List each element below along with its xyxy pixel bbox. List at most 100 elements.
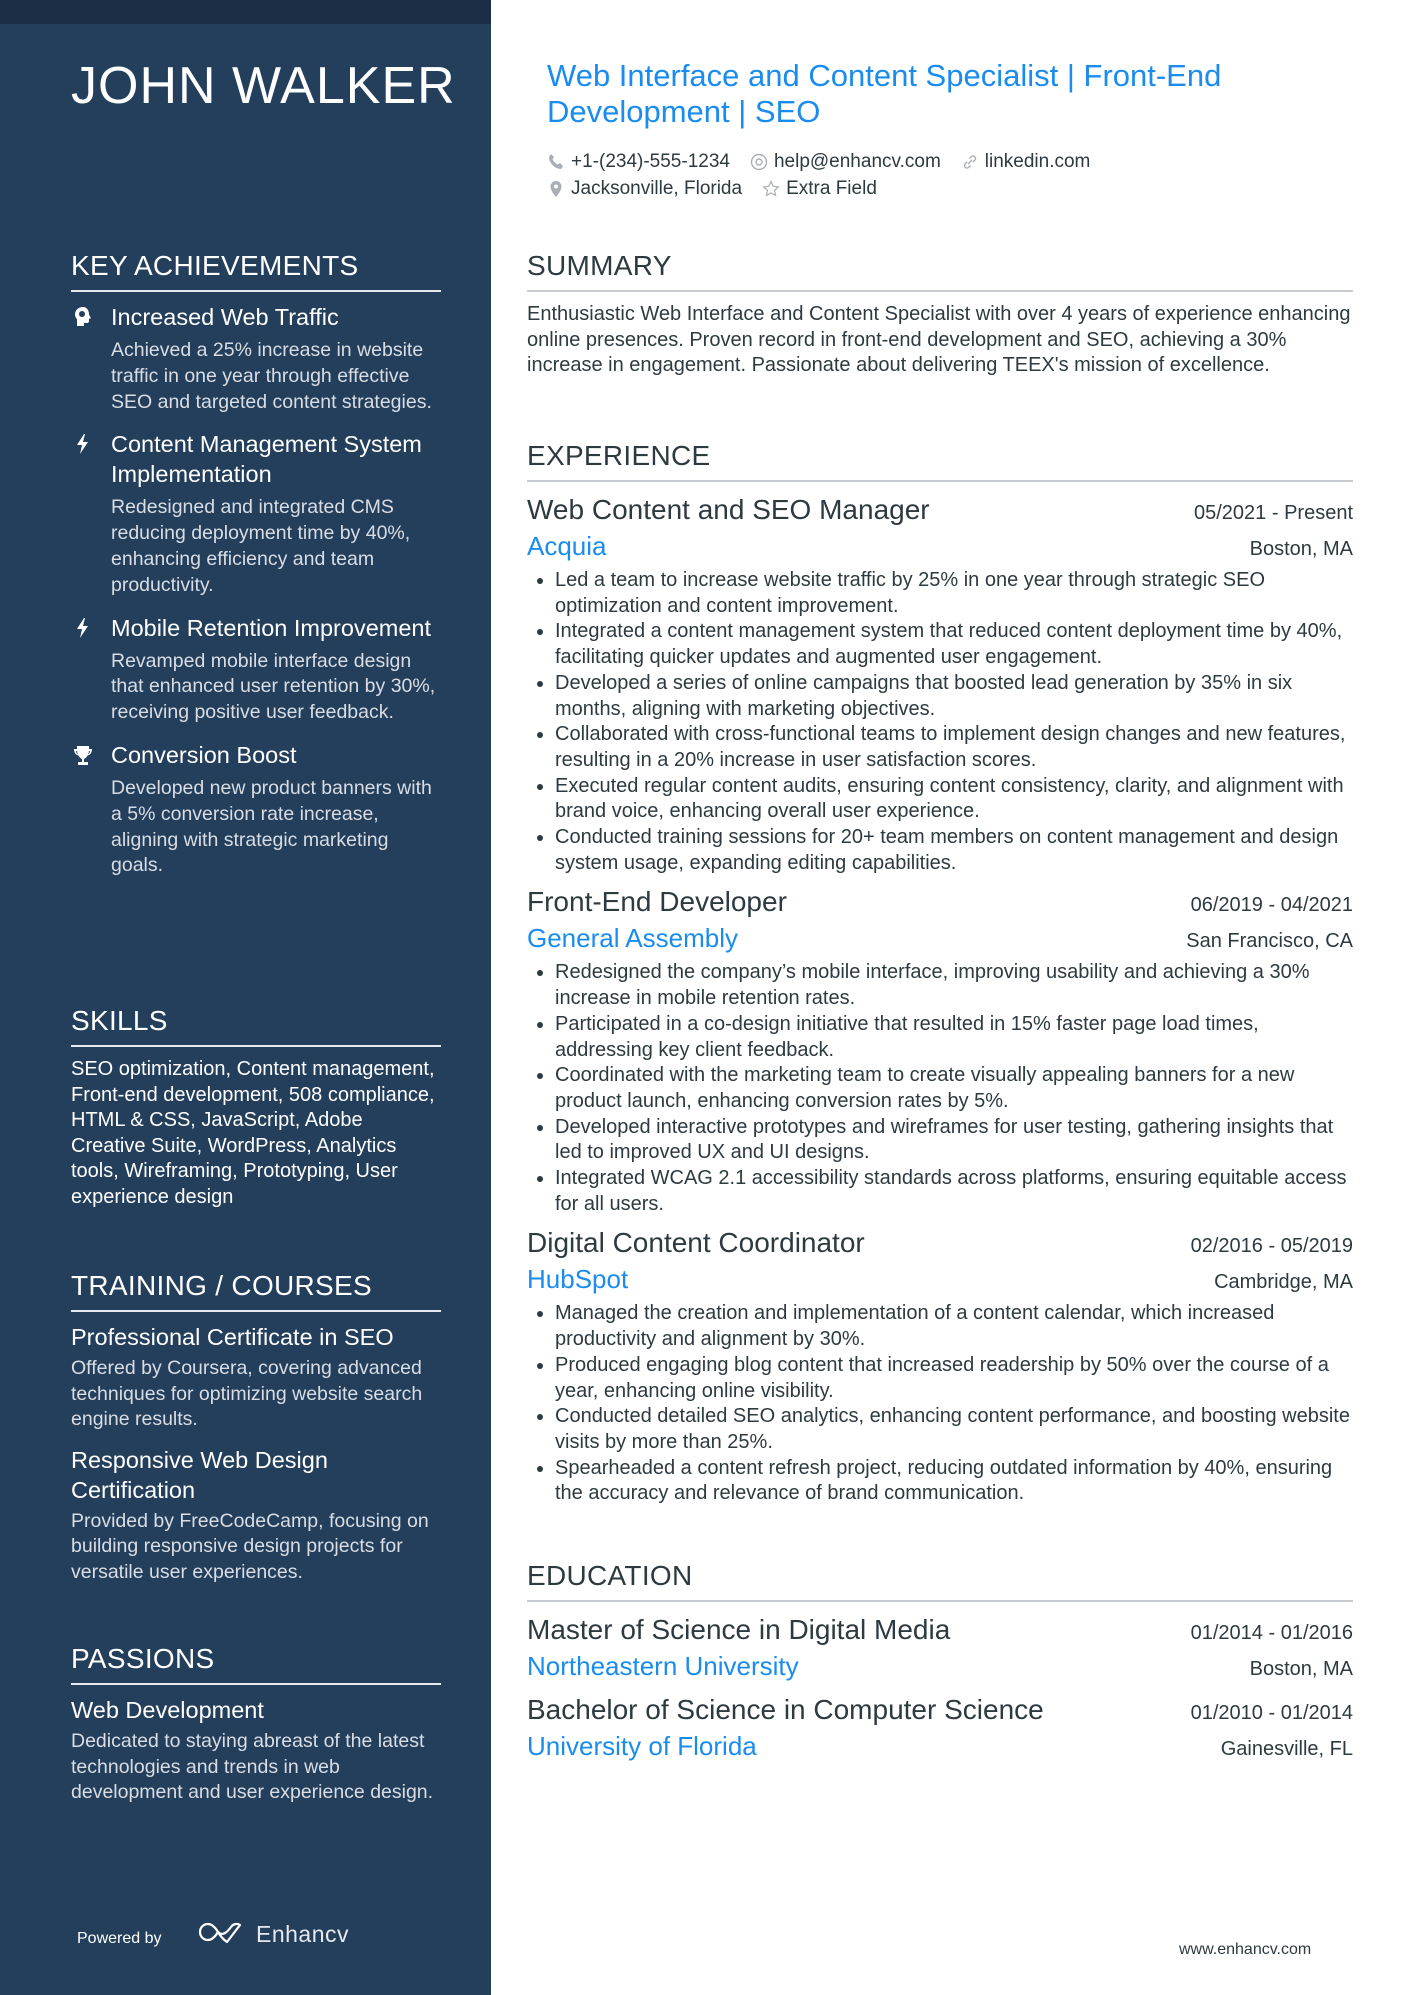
course-desc: Provided by FreeCodeCamp, focusing on bu… [71, 1509, 429, 1583]
job-location: Cambridge, MA [1214, 1271, 1353, 1294]
edu-location: Boston, MA [1249, 1658, 1353, 1680]
job-title: Front-End Developer [527, 886, 787, 918]
job-dates: 05/2021 - Present [1194, 502, 1353, 524]
section-heading: TRAINING / COURSES [71, 1270, 441, 1312]
section-heading: PASSIONS [71, 1643, 441, 1685]
phone-icon [549, 153, 563, 169]
course-title: Responsive Web Design Certification [71, 1446, 328, 1503]
location-pin-icon [550, 180, 562, 197]
experience-entry: Digital Content Coordinator 02/2016 - 05… [527, 1225, 1353, 1507]
job-bullets: Managed the creation and implementation … [527, 1301, 1353, 1507]
extra-text: Extra Field [786, 177, 877, 199]
location-text: Jacksonville, Florida [571, 177, 743, 199]
degree: Bachelor of Science in Computer Science [527, 1694, 1044, 1725]
summary-text: Enthusiastic Web Interface and Content S… [527, 303, 1351, 377]
contact-email[interactable]: help@enhancv.com [750, 151, 941, 173]
bullet-item: Executed regular content audits, ensurin… [555, 774, 1353, 825]
passion-item: Web Development Dedicated to staying abr… [71, 1695, 441, 1806]
achievement-desc: Achieved a 25% increase in website traff… [111, 339, 432, 413]
bullet-item: Conducted training sessions for 20+ team… [555, 825, 1353, 876]
at-sign-icon [750, 153, 768, 170]
passions-section: PASSIONS Web Development Dedicated to st… [71, 1643, 441, 1818]
job-title: Web Content and SEO Manager [527, 494, 930, 525]
company-name: HubSpot [527, 1264, 629, 1295]
bullet-item: Developed interactive prototypes and wir… [555, 1115, 1353, 1166]
footer-url[interactable]: www.enhancv.com [1179, 1941, 1311, 1959]
bullet-item: Coordinated with the marketing team to c… [555, 1063, 1353, 1114]
job-dates: 02/2016 - 05/2019 [1190, 1235, 1353, 1258]
course-desc: Offered by Coursera, covering advanced t… [71, 1357, 423, 1431]
edu-location: Gainesville, FL [1220, 1738, 1353, 1760]
skills-section: SKILLS SEO optimization, Content managem… [71, 1005, 441, 1211]
bullet-item: Integrated WCAG 2.1 accessibility standa… [555, 1166, 1353, 1217]
bullet-item: Redesigned the company’s mobile interfac… [555, 960, 1353, 1011]
bullet-item: Conducted detailed SEO analytics, enhanc… [555, 1404, 1353, 1455]
trophy-icon [74, 745, 92, 765]
contact-phone[interactable]: +1-(234)-555-1234 [547, 151, 730, 173]
summary-section: SUMMARY Enthusiastic Web Interface and C… [527, 250, 1353, 379]
bullet-item: Collaborated with cross-functional teams… [555, 722, 1353, 773]
company-name: Acquia [527, 531, 607, 561]
edu-dates: 01/2010 - 01/2014 [1190, 1702, 1353, 1724]
achievement-title: Increased Web Traffic [111, 304, 339, 330]
brain-head-icon [75, 307, 91, 326]
education-entry: Master of Science in Digital Media 01/20… [527, 1612, 1353, 1684]
bullet-item: Participated in a co-design initiative t… [555, 1012, 1353, 1063]
sidebar: JOHN WALKER KEY ACHIEVEMENTS Increased W… [0, 0, 491, 1995]
bullet-item: Produced engaging blog content that incr… [555, 1353, 1353, 1404]
achievement-item: Conversion Boost Developed new product b… [71, 740, 441, 879]
experience-entry: Front-End Developer 06/2019 - 04/2021 Ge… [527, 884, 1353, 1217]
bullet-item: Developed a series of online campaigns t… [555, 671, 1353, 722]
email-text: help@enhancv.com [773, 150, 941, 172]
job-dates: 06/2019 - 04/2021 [1190, 894, 1353, 917]
education-entry: Bachelor of Science in Computer Science … [527, 1692, 1353, 1764]
school-name: Northeastern University [527, 1651, 799, 1681]
achievement-desc: Developed new product banners with a 5% … [111, 776, 432, 877]
achievement-title: Mobile Retention Improvement [111, 614, 432, 641]
bullet-item: Managed the creation and implementation … [555, 1301, 1353, 1352]
job-bullets: Redesigned the company’s mobile interfac… [527, 960, 1353, 1217]
contact-linkedin[interactable]: linkedin.com [961, 150, 1091, 173]
job-title: Digital Content Coordinator [527, 1227, 865, 1259]
enhancv-brand[interactable]: Enhancv [256, 1921, 349, 1948]
linkedin-text: linkedin.com [984, 150, 1091, 172]
contact-info: +1-(234)-555-1234 help@enhancv.com linke… [547, 148, 1110, 202]
training-section: TRAINING / COURSES Professional Certific… [71, 1270, 441, 1598]
powered-by-label: Powered by [77, 1930, 162, 1947]
lightning-bolt-icon [77, 434, 88, 455]
passion-title: Web Development [71, 1697, 264, 1723]
experience-entry: Web Content and SEO Manager 05/2021 - Pr… [527, 492, 1353, 876]
section-heading: SKILLS [71, 1005, 441, 1047]
section-heading: EDUCATION [527, 1560, 1353, 1602]
achievement-item: Mobile Retention Improvement Revamped mo… [71, 613, 441, 726]
contact-location: Jacksonville, Florida [547, 178, 742, 200]
star-icon [762, 179, 780, 197]
education-section: EDUCATION Master of Science in Digital M… [527, 1560, 1353, 1772]
edu-dates: 01/2014 - 01/2016 [1190, 1622, 1353, 1644]
bullet-item: Spearheaded a content refresh project, r… [555, 1456, 1353, 1507]
course-item: Responsive Web Design Certification Prov… [71, 1445, 441, 1586]
sidebar-top-strip [0, 0, 491, 24]
job-bullets: Led a team to increase website traffic b… [527, 568, 1353, 876]
course-item: Professional Certificate in SEO Offered … [71, 1322, 441, 1433]
experience-section: EXPERIENCE Web Content and SEO Manager 0… [527, 440, 1353, 1515]
company-name: General Assembly [527, 923, 738, 954]
achievement-desc: Revamped mobile interface design that en… [111, 649, 436, 724]
passion-desc: Dedicated to staying abreast of the late… [71, 1730, 434, 1804]
achievement-title: Content Management System Implementation [111, 431, 422, 488]
achievement-item: Increased Web Traffic Achieved a 25% inc… [71, 302, 441, 415]
section-heading: EXPERIENCE [527, 440, 1353, 482]
job-location: San Francisco, CA [1186, 930, 1353, 953]
contact-extra: Extra Field [762, 178, 877, 200]
skills-list: SEO optimization, Content management, Fr… [71, 1058, 435, 1208]
enhancv-logo-icon [198, 1922, 242, 1944]
candidate-name: JOHN WALKER [71, 57, 456, 115]
lightning-bolt-icon [77, 617, 88, 638]
achievement-title: Conversion Boost [111, 741, 297, 768]
degree: Master of Science in Digital Media [527, 1614, 951, 1645]
headline-title: Web Interface and Content Specialist | F… [547, 58, 1222, 129]
section-heading: KEY ACHIEVEMENTS [71, 250, 441, 292]
link-icon [963, 154, 976, 169]
section-heading: SUMMARY [527, 250, 1353, 292]
school-name: University of Florida [527, 1731, 757, 1761]
